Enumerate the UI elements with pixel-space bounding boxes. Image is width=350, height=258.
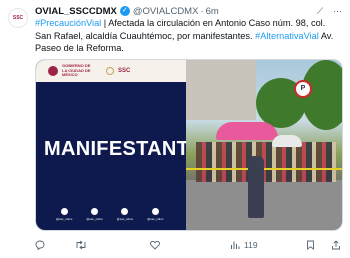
ssc-logo-icon (106, 67, 114, 75)
social-label: @ssc_cdmx (56, 217, 73, 221)
tweet-header: OVIAL_SSCCDMX ✓ @OVIALCDMX · 6m ⟋ ⋯ (35, 4, 342, 18)
tweet-text: #PrecauciónVial | Afectada la circulació… (35, 17, 335, 55)
white-umbrella (272, 135, 302, 147)
more-options-icon[interactable]: ⋯ (333, 6, 342, 17)
bookmark-icon (307, 240, 314, 250)
facebook-icon (91, 208, 99, 215)
views-count: 119 (244, 240, 258, 250)
tiktok-icon (60, 208, 68, 215)
hashtag-alternativa-vial[interactable]: #AlternativaVial (255, 31, 319, 41)
caution-tape (186, 168, 342, 170)
ssc-logo-text: SSC (118, 68, 131, 74)
street-photo: P (186, 60, 342, 230)
heart-icon (150, 240, 160, 250)
separator-dot: · (200, 5, 204, 17)
hashtag-precaucion-vial[interactable]: #PrecauciónVial (35, 18, 101, 28)
pink-umbrella (216, 122, 278, 140)
grok-icon[interactable]: ⟋ (317, 6, 323, 17)
social-handles: @ssc_cdmx @ssc_cdmx @ssc_cdmx @ssc_cdmx (56, 208, 164, 221)
author-name[interactable]: OVIAL_SSCCDMX (35, 6, 117, 17)
banner-header: GOBIERNO DE LA CIUDAD DE MÉXICO SSC (36, 60, 186, 82)
pedestrian (248, 156, 264, 218)
views-button[interactable]: 119 (230, 240, 300, 250)
social-label: @ssc_cdmx (116, 217, 134, 221)
verified-badge-icon: ✓ (119, 6, 130, 16)
tweet-media[interactable]: GOBIERNO DE LA CIUDAD DE MÉXICO SSC MANI… (35, 59, 343, 231)
author-handle[interactable]: @OVIALCDMX (133, 6, 199, 17)
avatar-logo: SSC (12, 14, 24, 21)
cdmx-seal-icon (48, 66, 58, 76)
views-chart-icon (231, 241, 240, 249)
road (186, 180, 342, 230)
reply-button[interactable] (35, 240, 75, 250)
building (186, 60, 256, 120)
info-banner: GOBIERNO DE LA CIUDAD DE MÉXICO SSC MANI… (36, 60, 216, 230)
crowd (196, 142, 336, 182)
gov-logo-text: GOBIERNO DE LA CIUDAD DE MÉXICO (62, 63, 91, 78)
social-label: @ssc_cdmx (147, 217, 164, 221)
no-parking-sign: P (294, 80, 312, 98)
timestamp[interactable]: 6m (206, 6, 219, 17)
social-label: @ssc_cdmx (86, 217, 103, 221)
share-button[interactable] (331, 240, 341, 250)
bookmark-button[interactable] (306, 240, 315, 250)
retweet-icon (76, 240, 86, 250)
avatar[interactable]: SSC (8, 8, 28, 28)
share-icon (332, 240, 340, 250)
like-button[interactable] (150, 240, 230, 250)
reply-icon (35, 240, 45, 250)
tweet-actions: 119 (35, 239, 343, 251)
x-icon (121, 208, 129, 215)
whatsapp-icon (151, 208, 159, 215)
retweet-button[interactable] (75, 240, 150, 250)
